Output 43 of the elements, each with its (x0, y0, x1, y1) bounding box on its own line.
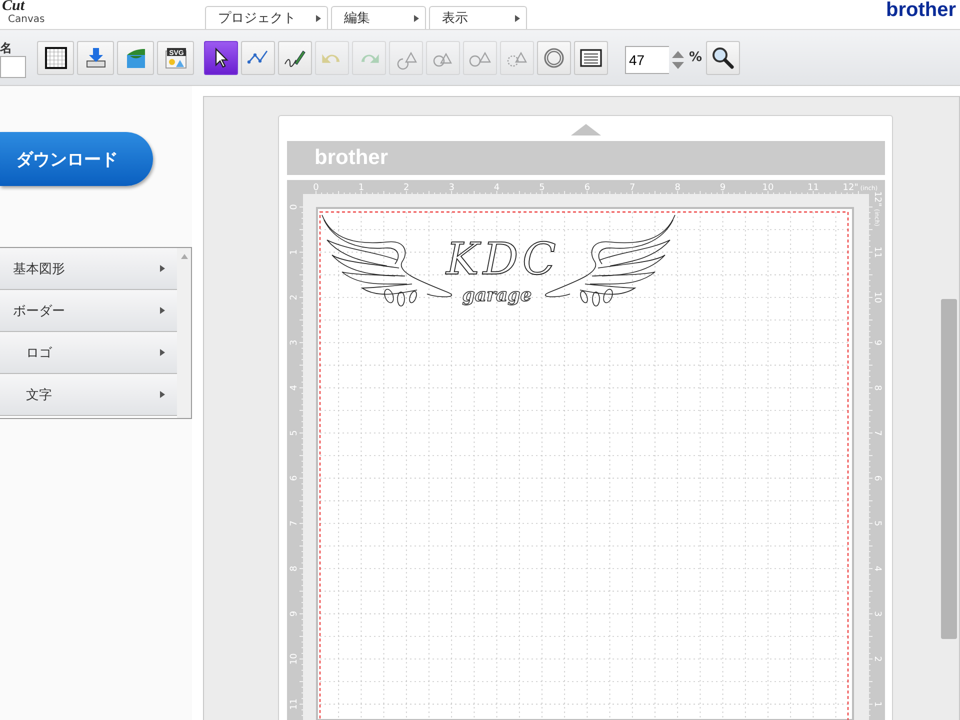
category-item[interactable]: ボーダー (0, 290, 177, 332)
caret-icon (316, 14, 321, 22)
grid-tool-button[interactable] (37, 40, 74, 74)
save-icon (84, 46, 108, 70)
logo-title: KDC (446, 234, 560, 285)
search-icon (711, 46, 736, 70)
pencil-tool-button[interactable] (278, 40, 312, 74)
menu-tab[interactable]: 表示 (429, 6, 527, 29)
logo-subtitle: garage (462, 285, 532, 306)
menu-tab[interactable]: 編集 (331, 6, 426, 29)
redo-icon (359, 52, 379, 64)
scrollbar[interactable] (177, 248, 191, 418)
caret-icon (160, 349, 165, 356)
save-tool-button[interactable] (77, 40, 114, 74)
logo-subtitle: Canvas (7, 14, 46, 26)
percent-label: % (689, 50, 702, 65)
grid-icon (44, 46, 68, 70)
menu-tab[interactable]: プロジェクト (205, 6, 328, 29)
name-label: 名 (0, 42, 13, 54)
list-tool-button[interactable] (574, 40, 608, 74)
image-tool-button[interactable] (117, 40, 154, 74)
caret-icon (160, 307, 165, 314)
caret-icon (414, 14, 419, 22)
offset-icon (542, 46, 566, 70)
scroll-up-icon[interactable] (180, 254, 188, 259)
name-input-field[interactable] (0, 56, 26, 78)
brand-logo: brother (886, 0, 956, 20)
offset-tool-button[interactable] (537, 40, 571, 74)
logo-word: Cut (2, 0, 26, 14)
undo-icon (322, 52, 342, 64)
caret-icon (515, 14, 520, 22)
scrollbar-thumb[interactable] (941, 299, 957, 639)
select-tool-button[interactable] (204, 40, 238, 74)
caret-icon (160, 265, 165, 272)
category-item[interactable]: 基本図形 (0, 248, 177, 290)
category-item[interactable]: 文字 (0, 374, 177, 416)
zoom-button[interactable] (706, 40, 740, 74)
scroll-up-icon[interactable] (568, 124, 602, 136)
nodes-tool-button[interactable] (241, 40, 275, 74)
caret-icon (160, 391, 165, 398)
download-button[interactable]: ダウンロード (0, 132, 153, 186)
zoom-input-field[interactable]: 47 (625, 46, 669, 74)
category-item[interactable]: ロゴ (0, 332, 177, 374)
